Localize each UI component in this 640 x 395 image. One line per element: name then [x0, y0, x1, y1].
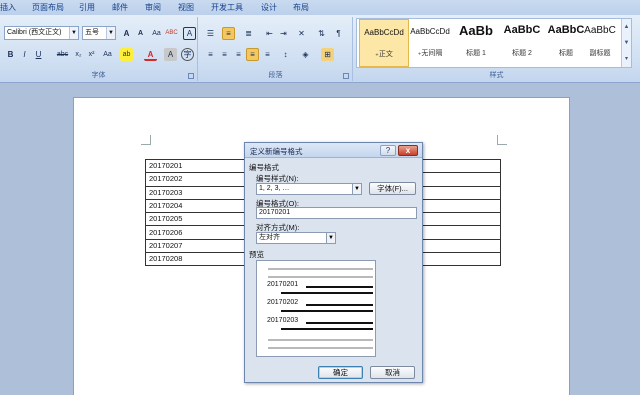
tab-references[interactable]: 引用: [79, 2, 95, 13]
preview-number: 20170202: [267, 299, 299, 306]
show-marks-icon[interactable]: ¶: [332, 27, 345, 40]
preview-line: [306, 322, 373, 324]
ribbon: Calibri (西文正文) ▼ 五号 ▼ A A Aa ABC A B I U…: [0, 15, 640, 83]
shrink-font-button[interactable]: A: [134, 27, 147, 40]
font-color-button[interactable]: A: [144, 48, 157, 61]
increase-indent-icon[interactable]: ⇥: [277, 27, 290, 40]
font-group: Calibri (西文正文) ▼ 五号 ▼ A A Aa ABC A B I U…: [0, 17, 198, 81]
font-group-label: 字体: [91, 72, 106, 79]
chevron-down-icon[interactable]: ▼: [326, 233, 335, 243]
align-left-icon[interactable]: ≡: [204, 48, 217, 61]
styles-group: 样式: [353, 17, 640, 81]
font-button[interactable]: 字体(F)...: [369, 182, 416, 195]
text-effects-button[interactable]: Aa: [101, 48, 114, 61]
alignment-value: 左对齐: [259, 234, 280, 241]
preview-line: [268, 339, 373, 341]
preview-line: [306, 286, 373, 288]
font-name-value: Calibri (西文正文): [7, 29, 62, 36]
underline-button[interactable]: U: [32, 48, 45, 61]
borders-icon[interactable]: ⊞: [321, 48, 334, 61]
preview-line: [281, 310, 373, 312]
tab-review[interactable]: 审阅: [145, 2, 161, 13]
number-style-select[interactable]: 1, 2, 3, … ▼: [256, 183, 362, 195]
align-right-icon[interactable]: ≡: [232, 48, 245, 61]
tab-mailings[interactable]: 邮件: [112, 2, 128, 13]
strikethrough-button[interactable]: abc: [54, 48, 71, 61]
table-cell[interactable]: 20170207: [145, 238, 246, 254]
chevron-down-icon[interactable]: ▼: [106, 27, 115, 39]
tab-layout[interactable]: 布局: [293, 2, 309, 13]
preview-line: [268, 347, 373, 349]
preview-number: 20170201: [267, 281, 299, 288]
table-cell[interactable]: 20170204: [145, 198, 246, 214]
enclose-char-button[interactable]: 字: [181, 48, 194, 61]
distributed-icon[interactable]: ≡: [261, 48, 274, 61]
paragraph-group: ☰ ≡ ≣ ⇤ ⇥ ✕ ⇅ ¶ ≡ ≡ ≡ ≡ ≡ ↕ ◈ ⊞ 段落: [199, 17, 353, 81]
close-button[interactable]: x: [398, 145, 418, 156]
tab-insert[interactable]: 插入: [0, 2, 16, 13]
help-button[interactable]: ?: [380, 145, 396, 156]
cancel-button[interactable]: 取消: [370, 366, 415, 379]
change-case-button[interactable]: Aa: [150, 27, 163, 40]
font-size-combo[interactable]: 五号 ▼: [82, 26, 116, 40]
char-border-button[interactable]: A: [183, 27, 196, 40]
justify-icon[interactable]: ≡: [246, 48, 259, 61]
bullets-icon[interactable]: ☰: [204, 27, 217, 40]
char-shading-button[interactable]: A: [164, 48, 177, 61]
styles-group-label: 样式: [489, 72, 504, 79]
alignment-select[interactable]: 左对齐 ▼: [256, 232, 336, 244]
superscript-button[interactable]: x²: [85, 48, 98, 61]
table-cell[interactable]: 20170205: [145, 212, 246, 227]
define-numbering-dialog: 定义新编号格式 ? x 编号格式 编号样式(N): 1, 2, 3, … ▼ 字…: [244, 142, 423, 383]
number-style-value: 1, 2, 3, …: [259, 185, 290, 192]
font-dialog-launcher-icon[interactable]: [188, 73, 194, 79]
clear-format-button[interactable]: ABC: [165, 27, 178, 40]
tab-view[interactable]: 视图: [178, 2, 194, 13]
paragraph-group-label: 段落: [268, 72, 283, 79]
font-name-combo[interactable]: Calibri (西文正文) ▼: [4, 26, 79, 40]
tab-design[interactable]: 设计: [261, 2, 277, 13]
margin-corner: [141, 135, 151, 145]
preview-label: 预览: [249, 250, 264, 259]
font-size-value: 五号: [85, 29, 99, 36]
dialog-title-bar[interactable]: 定义新编号格式 ? x: [245, 143, 422, 158]
subscript-button[interactable]: x₂: [72, 48, 85, 61]
chevron-down-icon[interactable]: ▼: [69, 27, 78, 39]
grow-font-button[interactable]: A: [120, 27, 133, 40]
preview-line: [268, 268, 373, 270]
ok-button[interactable]: 确定: [318, 366, 363, 379]
preview-line: [268, 276, 373, 278]
margin-corner: [497, 135, 507, 145]
number-format-input[interactable]: 20170201: [256, 207, 417, 219]
chevron-down-icon[interactable]: ▼: [352, 184, 361, 194]
shading-icon[interactable]: ◈: [299, 48, 312, 61]
align-center-icon[interactable]: ≡: [218, 48, 231, 61]
tab-developer[interactable]: 开发工具: [211, 2, 243, 13]
table-cell[interactable]: 20170201: [145, 158, 246, 174]
multilevel-list-icon[interactable]: ≣: [242, 27, 255, 40]
preview-line: [306, 304, 373, 306]
italic-button[interactable]: I: [18, 48, 31, 61]
chinese-layout-icon[interactable]: ✕: [295, 27, 308, 40]
decrease-indent-icon[interactable]: ⇤: [263, 27, 276, 40]
bold-button[interactable]: B: [4, 48, 17, 61]
sort-icon[interactable]: ⇅: [315, 27, 328, 40]
ribbon-tabs: 插入 页面布局 引用 邮件 审阅 视图 开发工具 设计 布局: [0, 0, 640, 15]
section-label: 编号格式: [249, 163, 279, 172]
paragraph-dialog-launcher-icon[interactable]: [343, 73, 349, 79]
table-cell[interactable]: 20170206: [145, 225, 246, 240]
table-cell[interactable]: 20170202: [145, 172, 246, 187]
line-spacing-icon[interactable]: ↕: [279, 48, 292, 61]
preview-number: 20170203: [267, 317, 299, 324]
preview-line: [281, 292, 373, 294]
dialog-title: 定义新编号格式: [250, 147, 303, 156]
numbering-icon[interactable]: ≡: [222, 27, 235, 40]
number-format-value: 20170201: [259, 209, 291, 216]
tab-page-layout[interactable]: 页面布局: [32, 2, 64, 13]
highlight-button[interactable]: ab: [120, 48, 133, 61]
preview-line: [281, 328, 373, 330]
numbering-preview: 20170201 20170202 20170203: [256, 260, 376, 357]
table-cell[interactable]: 20170203: [145, 185, 246, 200]
table-cell[interactable]: 20170208: [145, 252, 246, 267]
